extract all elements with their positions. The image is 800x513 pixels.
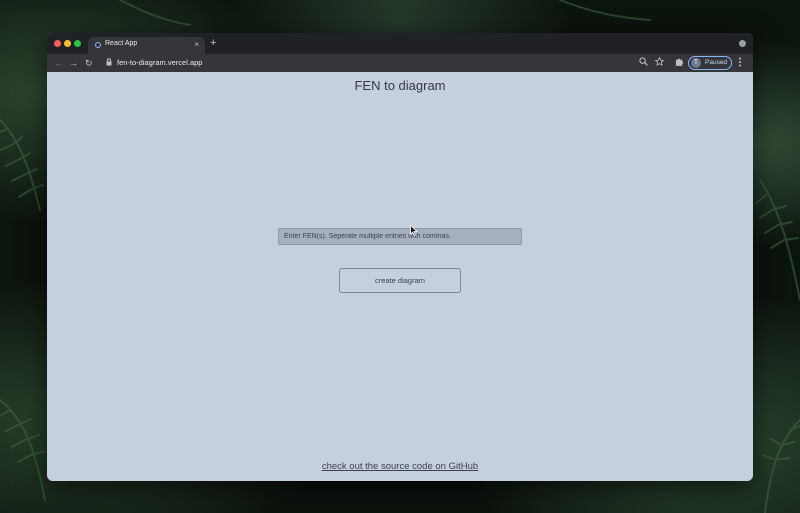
mouse-cursor-icon bbox=[410, 225, 418, 236]
reload-button[interactable]: ↻ bbox=[85, 57, 93, 69]
star-icon[interactable] bbox=[655, 57, 664, 66]
avatar: T bbox=[691, 58, 701, 68]
tab-title: React App bbox=[105, 40, 138, 47]
profile-button[interactable]: T Paused bbox=[688, 56, 732, 70]
tab-search-icon[interactable] bbox=[739, 40, 746, 47]
create-diagram-button[interactable]: create diagram bbox=[339, 268, 461, 293]
react-favicon-icon bbox=[95, 42, 101, 48]
profile-status: Paused bbox=[705, 59, 728, 66]
fen-input[interactable] bbox=[278, 228, 522, 245]
zoom-icon[interactable] bbox=[639, 57, 648, 66]
tab-strip: React App × + bbox=[47, 33, 753, 54]
tab-close-icon[interactable]: × bbox=[194, 39, 199, 50]
window-maximize-button[interactable] bbox=[74, 40, 81, 47]
back-button[interactable]: ← bbox=[54, 57, 63, 69]
forward-button[interactable]: → bbox=[69, 57, 78, 69]
new-tab-button[interactable]: + bbox=[210, 36, 216, 50]
page-title: FEN to diagram bbox=[354, 78, 446, 93]
tab-react-app[interactable]: React App × bbox=[88, 37, 205, 54]
github-link[interactable]: check out the source code on GitHub bbox=[47, 461, 753, 472]
window-close-button[interactable] bbox=[54, 40, 61, 47]
browser-toolbar: ← → ↻ fen-to-diagram.vercel.app T Paused bbox=[47, 54, 753, 72]
extensions-icon[interactable] bbox=[675, 57, 684, 66]
address-bar[interactable]: fen-to-diagram.vercel.app bbox=[117, 58, 202, 67]
window-minimize-button[interactable] bbox=[64, 40, 71, 47]
lock-icon bbox=[106, 58, 112, 66]
browser-window: React App × + ← → ↻ fen-to-diagram.verce… bbox=[47, 33, 753, 481]
page-content: FEN to diagram create diagram check out … bbox=[47, 72, 753, 481]
menu-icon[interactable] bbox=[738, 57, 742, 67]
